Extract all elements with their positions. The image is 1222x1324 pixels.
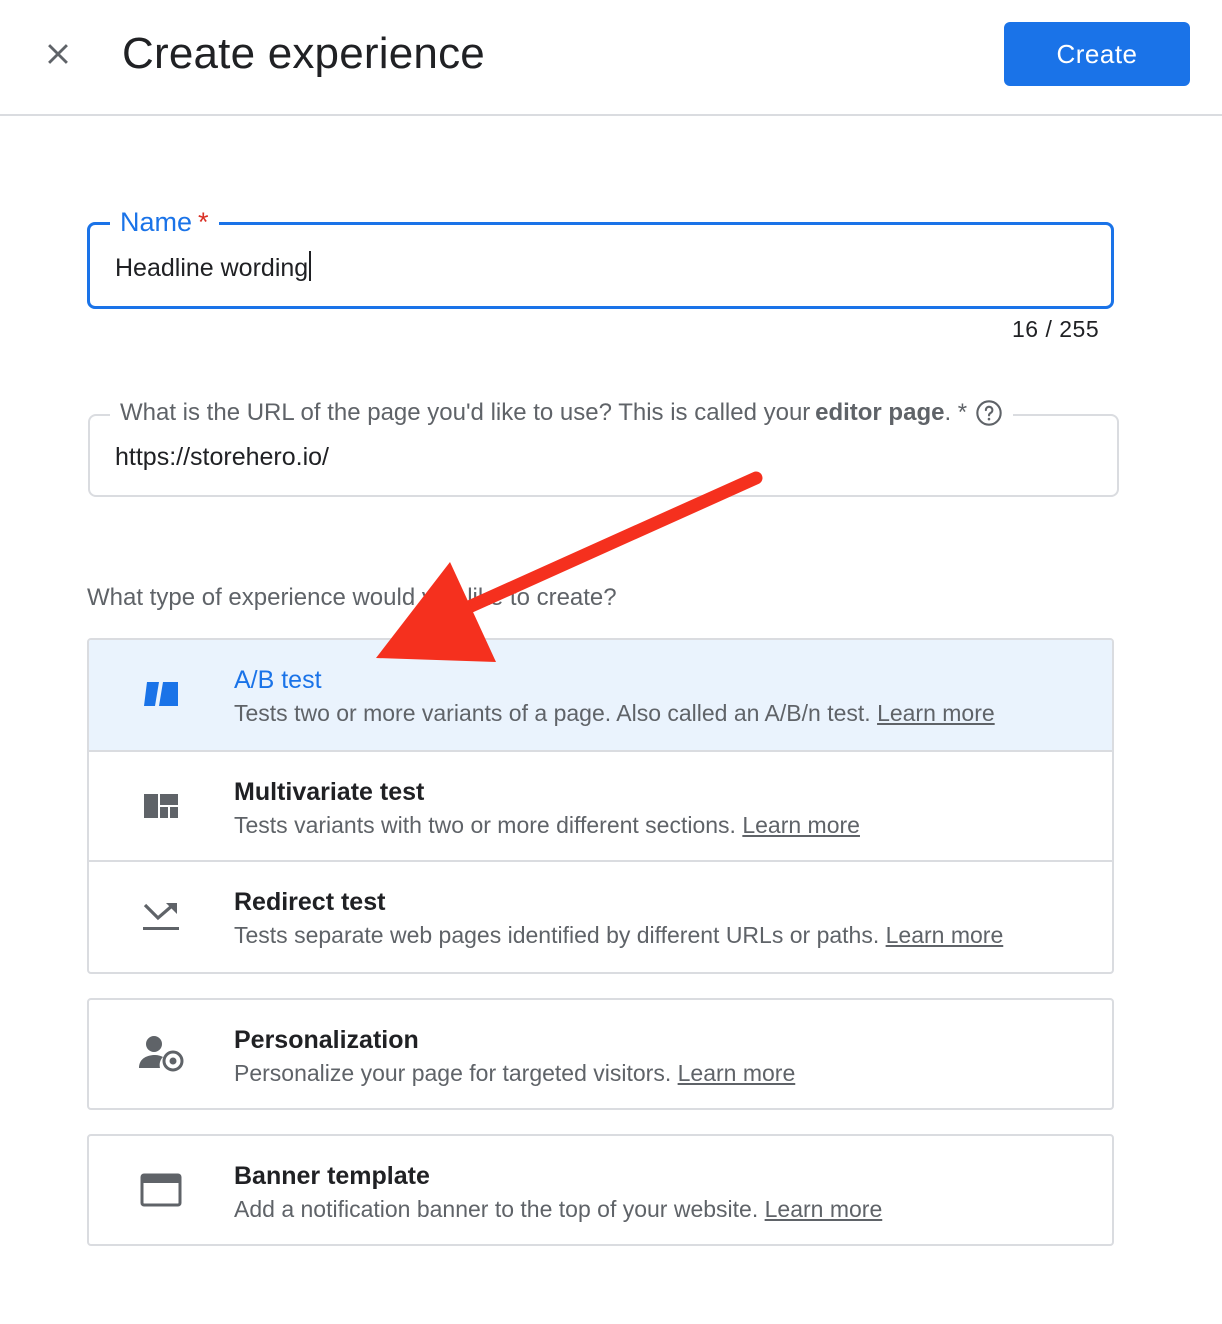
option-redirect-test[interactable]: Redirect test Tests separate web pages i… <box>89 860 1112 970</box>
close-button[interactable] <box>30 26 86 82</box>
required-mark: * <box>198 207 209 237</box>
learn-more-link[interactable]: Learn more <box>678 1060 796 1086</box>
learn-more-link[interactable]: Learn more <box>877 700 995 726</box>
option-ab-test[interactable]: A/B test Tests two or more variants of a… <box>89 640 1112 750</box>
editor-page-url-field[interactable]: What is the URL of the page you'd like t… <box>88 398 1119 497</box>
option-banner-template[interactable]: Banner template Add a notification banne… <box>89 1136 1112 1244</box>
option-description: Tests separate web pages identified by d… <box>234 922 1004 948</box>
multivariate-icon <box>137 786 185 826</box>
url-input[interactable]: https://storehero.io/ <box>115 443 329 472</box>
text-caret <box>309 251 312 281</box>
learn-more-link[interactable]: Learn more <box>886 922 1004 948</box>
page-title: Create experience <box>122 29 485 78</box>
experience-type-question: What type of experience would you like t… <box>87 584 617 611</box>
name-field[interactable]: Name * Headline wording <box>87 205 1114 309</box>
redirect-icon <box>137 896 185 936</box>
option-description: Personalize your page for targeted visit… <box>234 1060 796 1086</box>
option-multivariate-test[interactable]: Multivariate test Tests variants with tw… <box>89 750 1112 860</box>
character-counter: 16 / 255 <box>1012 316 1100 342</box>
ab-test-icon <box>137 674 185 714</box>
learn-more-link[interactable]: Learn more <box>765 1196 883 1222</box>
option-description: Tests two or more variants of a page. Al… <box>234 700 995 726</box>
name-input[interactable]: Headline wording <box>115 251 312 283</box>
option-title: Multivariate test <box>234 778 425 806</box>
banner-template-group: Banner template Add a notification banne… <box>87 1134 1114 1246</box>
close-icon <box>48 44 68 64</box>
learn-more-link[interactable]: Learn more <box>742 812 860 838</box>
name-field-label: Name * <box>110 205 219 239</box>
option-description: Add a notification banner to the top of … <box>234 1196 883 1222</box>
create-button[interactable]: Create <box>1004 22 1190 86</box>
option-title: Redirect test <box>234 888 386 916</box>
dialog-header: Create experience Create <box>0 0 1222 116</box>
option-title: Personalization <box>234 1026 419 1054</box>
option-personalization[interactable]: Personalization Personalize your page fo… <box>89 1000 1112 1108</box>
personalization-icon <box>137 1034 185 1074</box>
option-title: Banner template <box>234 1162 430 1190</box>
option-description: Tests variants with two or more differen… <box>234 812 860 838</box>
help-icon[interactable] <box>975 399 1003 427</box>
test-options-group: A/B test Tests two or more variants of a… <box>87 638 1114 974</box>
banner-icon <box>137 1170 185 1210</box>
url-field-label: What is the URL of the page you'd like t… <box>110 398 1014 428</box>
personalization-group: Personalization Personalize your page fo… <box>87 998 1114 1110</box>
option-title: A/B test <box>234 666 322 694</box>
